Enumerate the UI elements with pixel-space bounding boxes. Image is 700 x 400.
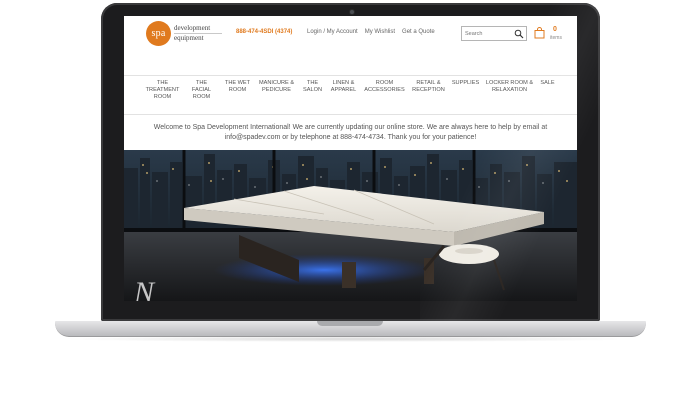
get-quote-link[interactable]: Get a Quote [402, 29, 435, 35]
search-icon[interactable] [514, 29, 524, 39]
nav-item-sale[interactable]: SALE [537, 80, 559, 101]
cart-items-label: items [550, 35, 562, 41]
shopping-bag-icon [534, 27, 545, 39]
laptop-notch [317, 321, 383, 326]
hero-banner[interactable]: N [124, 150, 577, 301]
site-header: spa development equipment 888-474-4SDI (… [124, 16, 577, 76]
logo-line-2: equipment [174, 34, 204, 42]
site-logo[interactable]: spa development equipment [146, 21, 222, 46]
hero-caption: N [134, 276, 157, 301]
nav-item-linen-apparel[interactable]: LINEN & APPAREL [327, 80, 361, 101]
logo-line-1: development [174, 24, 211, 32]
nav-item-treatment-room[interactable]: THE TREATMENT ROOM [143, 80, 183, 101]
camera-icon [349, 9, 355, 15]
browser-screen: spa development equipment 888-474-4SDI (… [124, 16, 577, 301]
account-links: Login / My Account My Wishlist Get a Quo… [307, 29, 435, 35]
cart-count: 0 [553, 26, 557, 33]
nav-item-facial-room[interactable]: THE FACIAL ROOM [183, 80, 221, 101]
laptop-shadow [60, 336, 640, 342]
search-box [461, 26, 527, 41]
login-link[interactable]: Login / My Account [307, 29, 358, 35]
nav-item-locker-room[interactable]: LOCKER ROOM & RELAXATION [483, 80, 537, 101]
wishlist-link[interactable]: My Wishlist [365, 29, 395, 35]
nav-item-manicure-pedicure[interactable]: MANICURE & PEDICURE [255, 80, 299, 101]
welcome-message: Welcome to Spa Development International… [153, 124, 548, 141]
cart-button[interactable]: 0 items [533, 25, 573, 45]
nav-item-retail-reception[interactable]: RETAIL & RECEPTION [409, 80, 449, 101]
logo-badge: spa [146, 21, 171, 46]
main-navigation: THE TREATMENT ROOM THE FACIAL ROOM THE W… [124, 80, 577, 101]
hero-image [124, 150, 577, 301]
search-input[interactable] [462, 27, 512, 40]
phone-number[interactable]: 888-474-4SDI (4374) [236, 29, 292, 35]
logo-wordmark: development equipment [174, 25, 222, 42]
nav-item-salon[interactable]: THE SALON [299, 80, 327, 101]
nav-item-wet-room[interactable]: THE WET ROOM [221, 80, 255, 101]
nav-divider [124, 114, 577, 115]
nav-item-supplies[interactable]: SUPPLIES [449, 80, 483, 101]
nav-item-room-accessories[interactable]: ROOM ACCESSORIES [361, 80, 409, 101]
